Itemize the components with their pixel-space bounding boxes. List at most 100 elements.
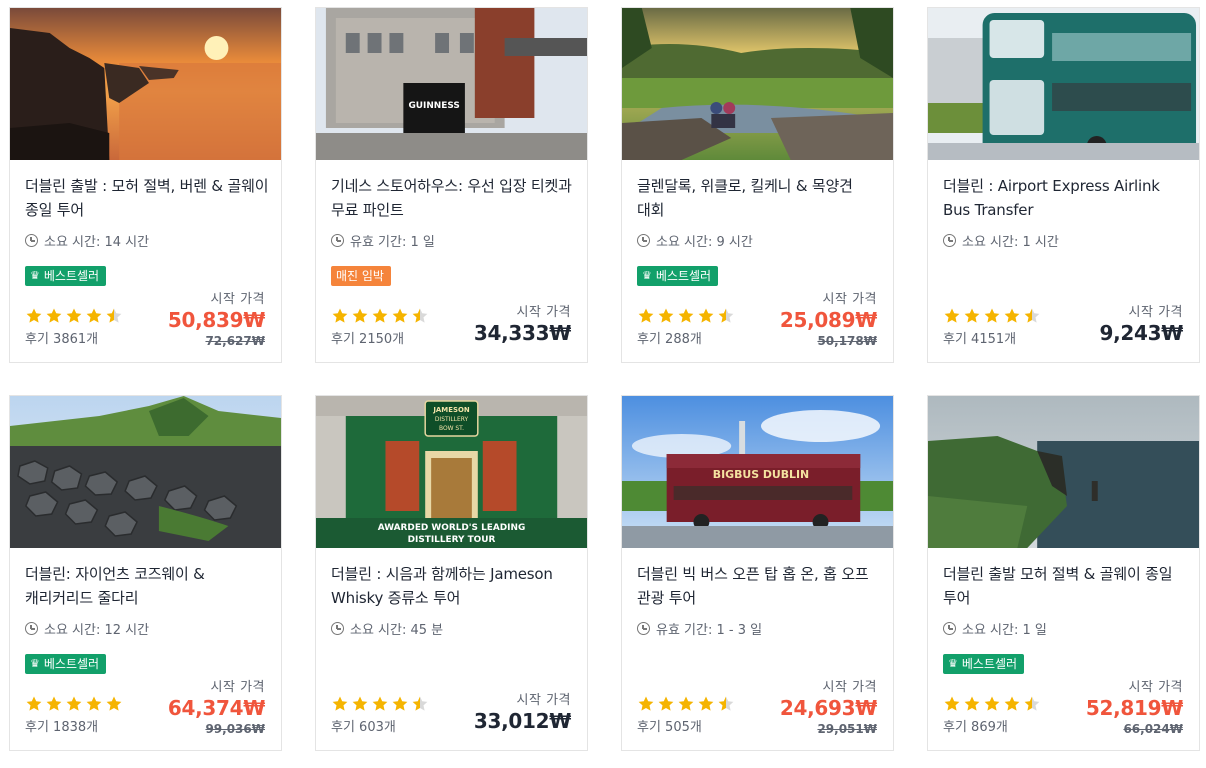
price-from-label: 시작 가격 (210, 680, 265, 695)
price-from-label: 시작 가격 (516, 693, 571, 708)
product-image[interactable] (10, 396, 281, 548)
rating-stars (943, 307, 1041, 325)
svg-text:AWARDED WORLD'S LEADING: AWARDED WORLD'S LEADING (378, 523, 526, 533)
rating-stars (25, 695, 123, 713)
product-card[interactable]: 더블린 : Airport Express Airlink Bus Transf… (927, 7, 1200, 363)
duration-info: 유효 기간: 1 일 (331, 231, 435, 250)
product-title[interactable]: 더블린 출발 : 모허 절벽, 버렌 & 골웨이 종일 투어 (25, 174, 269, 222)
duration-info: 소요 시간: 12 시간 (25, 619, 149, 638)
product-card[interactable]: 더블린 출발 : 모허 절벽, 버렌 & 골웨이 종일 투어 소요 시간: 14… (9, 7, 282, 363)
product-card[interactable]: 더블린: 자이언츠 코즈웨이 & 캐리커리드 줄다리 소요 시간: 12 시간 … (9, 395, 282, 751)
rating-stars (943, 695, 1041, 713)
price-block: 시작 가격 24,693₩ 29,051₩ (780, 676, 877, 736)
price-block: 시작 가격 33,012₩ (474, 689, 571, 735)
product-title[interactable]: 글렌달록, 위클로, 킬케니 & 목양견 대회 (637, 174, 881, 222)
price-from-label: 시작 가격 (516, 305, 571, 320)
svg-text:JAMESON: JAMESON (432, 406, 469, 414)
product-grid: 더블린 출발 : 모허 절벽, 버렌 & 골웨이 종일 투어 소요 시간: 14… (9, 7, 1200, 751)
price: 25,089₩ (779, 308, 877, 332)
clock-icon (25, 234, 38, 247)
product-title[interactable]: 더블린 : Airport Express Airlink Bus Transf… (943, 174, 1187, 222)
clock-icon (331, 234, 344, 247)
review-count: 후기 2150개 (331, 332, 405, 347)
product-image[interactable]: JAMESON DISTILLERY BOW ST. AWARDED WORLD… (316, 396, 587, 548)
crown-icon: ♛ (948, 657, 958, 670)
original-price: 50,178₩ (817, 334, 877, 348)
review-count: 후기 288개 (637, 332, 702, 347)
clock-icon (637, 622, 650, 635)
original-price: 66,024₩ (1123, 722, 1183, 736)
review-count: 후기 869개 (943, 720, 1008, 735)
product-image[interactable]: BIGBUS DUBLIN (622, 396, 893, 548)
product-title[interactable]: 더블린 출발 모허 절벽 & 골웨이 종일 투어 (943, 562, 1187, 610)
review-count: 후기 4151개 (943, 332, 1017, 347)
price-from-label: 시작 가격 (1128, 305, 1183, 320)
rating-stars (331, 695, 429, 713)
price-block: 시작 가격 25,089₩ 50,178₩ (780, 288, 877, 348)
duration-info: 소요 시간: 45 분 (331, 619, 443, 638)
clock-icon (25, 622, 38, 635)
review-count: 후기 603개 (331, 720, 396, 735)
review-count: 후기 505개 (637, 720, 702, 735)
duration-info: 소요 시간: 9 시간 (637, 231, 753, 250)
duration-info: 소요 시간: 14 시간 (25, 231, 149, 250)
price: 64,374₩ (167, 696, 265, 720)
price-from-label: 시작 가격 (1128, 680, 1183, 695)
original-price: 99,036₩ (205, 722, 265, 736)
rating-stars (637, 695, 735, 713)
duration-info: 소요 시간: 1 일 (943, 619, 1047, 638)
svg-text:DISTILLERY TOUR: DISTILLERY TOUR (408, 535, 496, 545)
product-image[interactable] (622, 8, 893, 160)
price-block: 시작 가격 64,374₩ 99,036₩ (168, 676, 265, 736)
review-count: 후기 3861개 (25, 332, 99, 347)
svg-text:BOW ST.: BOW ST. (439, 425, 464, 432)
bestseller-badge: ♛ 베스트셀러 (637, 266, 719, 286)
review-count: 후기 1838개 (25, 720, 99, 735)
product-card[interactable]: 글렌달록, 위클로, 킬케니 & 목양견 대회 소요 시간: 9 시간 ♛ 베스… (621, 7, 894, 363)
bestseller-badge: ♛ 베스트셀러 (943, 654, 1025, 674)
rating-stars (331, 307, 429, 325)
duration-info: 소요 시간: 1 시간 (943, 231, 1059, 250)
crown-icon: ♛ (30, 269, 40, 282)
price: 52,819₩ (1085, 696, 1183, 720)
price: 24,693₩ (779, 696, 877, 720)
svg-text:BIGBUS DUBLIN: BIGBUS DUBLIN (713, 468, 809, 481)
duration-info: 유효 기간: 1 - 3 일 (637, 619, 762, 638)
product-image[interactable] (928, 396, 1199, 548)
product-image[interactable]: GUINNESS (316, 8, 587, 160)
price: 9,243₩ (1099, 321, 1183, 345)
product-card[interactable]: JAMESON DISTILLERY BOW ST. AWARDED WORLD… (315, 395, 588, 751)
price-from-label: 시작 가격 (210, 292, 265, 307)
bestseller-badge: ♛ 베스트셀러 (25, 266, 107, 286)
selling-fast-badge: 매진 임박 (331, 266, 391, 286)
price: 50,839₩ (167, 308, 265, 332)
price-block: 시작 가격 52,819₩ 66,024₩ (1086, 676, 1183, 736)
product-card[interactable]: BIGBUS DUBLIN 더블린 빅 버스 오픈 탑 홉 온, 홉 오프 관광… (621, 395, 894, 751)
rating-stars (25, 307, 123, 325)
product-image[interactable] (10, 8, 281, 160)
price: 33,012₩ (473, 709, 571, 733)
clock-icon (943, 622, 956, 635)
price-from-label: 시작 가격 (822, 680, 877, 695)
bestseller-badge: ♛ 베스트셀러 (25, 654, 107, 674)
product-card[interactable]: GUINNESS 기네스 스토어하우스: 우선 입장 티켓과 무료 파인트 유효… (315, 7, 588, 363)
clock-icon (331, 622, 344, 635)
svg-text:GUINNESS: GUINNESS (408, 101, 459, 111)
price-block: 시작 가격 9,243₩ (1099, 301, 1183, 347)
product-image[interactable] (928, 8, 1199, 160)
crown-icon: ♛ (642, 269, 652, 282)
price-from-label: 시작 가격 (822, 292, 877, 307)
product-title[interactable]: 기네스 스토어하우스: 우선 입장 티켓과 무료 파인트 (331, 174, 575, 222)
svg-text:DISTILLERY: DISTILLERY (435, 416, 469, 423)
product-title[interactable]: 더블린: 자이언츠 코즈웨이 & 캐리커리드 줄다리 (25, 562, 269, 610)
rating-stars (637, 307, 735, 325)
product-card[interactable]: 더블린 출발 모허 절벽 & 골웨이 종일 투어 소요 시간: 1 일 ♛ 베스… (927, 395, 1200, 751)
original-price: 29,051₩ (817, 722, 877, 736)
product-title[interactable]: 더블린 빅 버스 오픈 탑 홉 온, 홉 오프 관광 투어 (637, 562, 881, 610)
clock-icon (943, 234, 956, 247)
price: 34,333₩ (473, 321, 571, 345)
clock-icon (637, 234, 650, 247)
price-block: 시작 가격 34,333₩ (474, 301, 571, 347)
crown-icon: ♛ (30, 657, 40, 670)
product-title[interactable]: 더블린 : 시음과 함께하는 Jameson Whisky 증류소 투어 (331, 562, 575, 610)
